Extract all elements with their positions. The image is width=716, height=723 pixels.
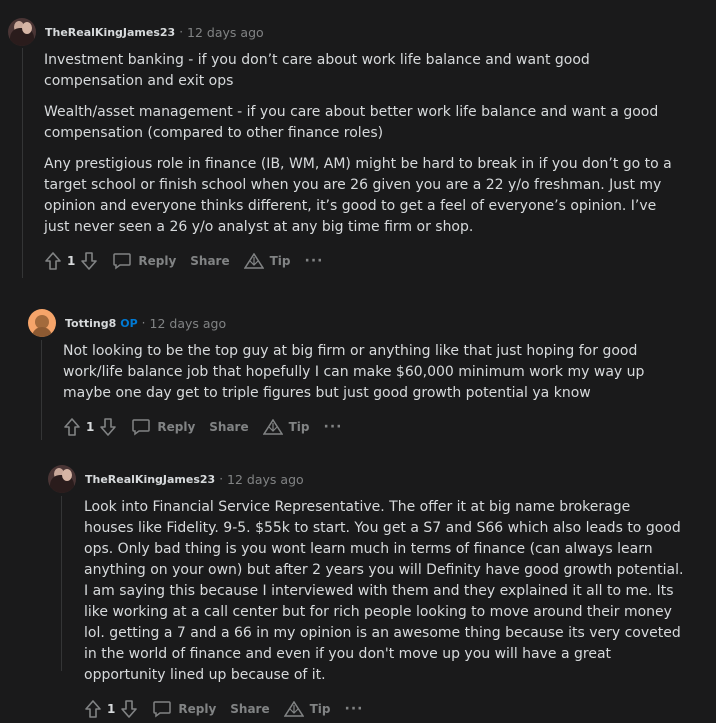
comment-paragraph: Any prestigious role in finance (IB, WM,… <box>44 156 672 235</box>
tip-triangle-icon <box>283 701 304 717</box>
tip-triangle-icon <box>243 253 264 269</box>
upvote-arrow-icon[interactable] <box>63 417 81 437</box>
ellipsis-icon[interactable]: ··· <box>345 701 364 717</box>
ellipsis-icon[interactable]: ··· <box>305 253 324 269</box>
share-button[interactable]: Share <box>209 420 248 434</box>
tip-label: Tip <box>309 702 331 716</box>
username[interactable]: Totting8 <box>65 317 116 330</box>
reply-button[interactable]: Reply <box>112 252 176 270</box>
reply-button[interactable]: Reply <box>131 418 195 436</box>
tip-button[interactable]: Tip <box>262 419 310 435</box>
timestamp[interactable]: 12 days ago <box>150 316 227 331</box>
share-button[interactable]: Share <box>190 254 229 268</box>
share-button[interactable]: Share <box>230 702 269 716</box>
comment-body: Not looking to be the top guy at big fir… <box>63 341 685 404</box>
vote-count: 1 <box>67 254 76 268</box>
comment: TheRealKingJames23 · 12 days ago Investm… <box>8 16 688 274</box>
separator-dot: · <box>179 25 184 39</box>
share-label: Share <box>190 254 230 268</box>
vote-count: 1 <box>107 702 116 716</box>
speech-bubble-icon <box>132 419 151 436</box>
share-label: Share <box>230 702 270 716</box>
comment-paragraph: Look into Financial Service Representati… <box>84 499 684 683</box>
comment-actions: 1 Reply Share Tip ··· <box>84 696 688 722</box>
username[interactable]: TheRealKingJames23 <box>85 473 215 486</box>
separator-dot: · <box>141 316 146 330</box>
speech-bubble-icon <box>113 253 132 270</box>
comment-body: Investment banking - if you don’t care a… <box>44 50 684 238</box>
comment-paragraph: Investment banking - if you don’t care a… <box>44 52 590 89</box>
op-badge: OP <box>120 316 138 330</box>
upvote-arrow-icon[interactable] <box>84 699 102 719</box>
downvote-arrow-icon[interactable] <box>99 417 117 437</box>
comment-paragraph: Not looking to be the top guy at big fir… <box>63 343 645 401</box>
comment-body: Look into Financial Service Representati… <box>84 497 684 686</box>
comment-header: TheRealKingJames23 · 12 days ago <box>8 16 688 48</box>
comment-actions: 1 Reply Share Tip ··· <box>44 248 688 274</box>
tip-button[interactable]: Tip <box>283 701 331 717</box>
avatar[interactable] <box>28 309 56 337</box>
tip-label: Tip <box>269 254 291 268</box>
reply-label: Reply <box>138 254 177 268</box>
share-label: Share <box>209 420 249 434</box>
speech-bubble-icon <box>153 701 172 718</box>
downvote-arrow-icon[interactable] <box>120 699 138 719</box>
separator-dot: · <box>219 472 224 486</box>
reply-button[interactable]: Reply <box>152 700 216 718</box>
avatar[interactable] <box>48 465 76 493</box>
downvote-arrow-icon[interactable] <box>80 251 98 271</box>
comment-actions: 1 Reply Share Tip ··· <box>63 414 688 440</box>
timestamp[interactable]: 12 days ago <box>187 25 264 40</box>
ellipsis-icon[interactable]: ··· <box>324 419 343 435</box>
vote-count: 1 <box>86 420 95 434</box>
comment: Totting8 OP · 12 days ago Not looking to… <box>28 307 688 440</box>
comment: TheRealKingJames23 · 12 days ago Look in… <box>48 463 688 722</box>
comment-paragraph: Wealth/asset management - if you care ab… <box>44 104 659 141</box>
username[interactable]: TheRealKingJames23 <box>45 26 175 39</box>
tip-label: Tip <box>288 420 310 434</box>
comment-header: Totting8 OP · 12 days ago <box>28 307 688 339</box>
avatar[interactable] <box>8 18 36 46</box>
timestamp[interactable]: 12 days ago <box>227 472 304 487</box>
tip-triangle-icon <box>262 419 283 435</box>
reply-label: Reply <box>157 420 196 434</box>
comment-header: TheRealKingJames23 · 12 days ago <box>48 463 688 495</box>
tip-button[interactable]: Tip <box>243 253 291 269</box>
reply-label: Reply <box>178 702 217 716</box>
upvote-arrow-icon[interactable] <box>44 251 62 271</box>
